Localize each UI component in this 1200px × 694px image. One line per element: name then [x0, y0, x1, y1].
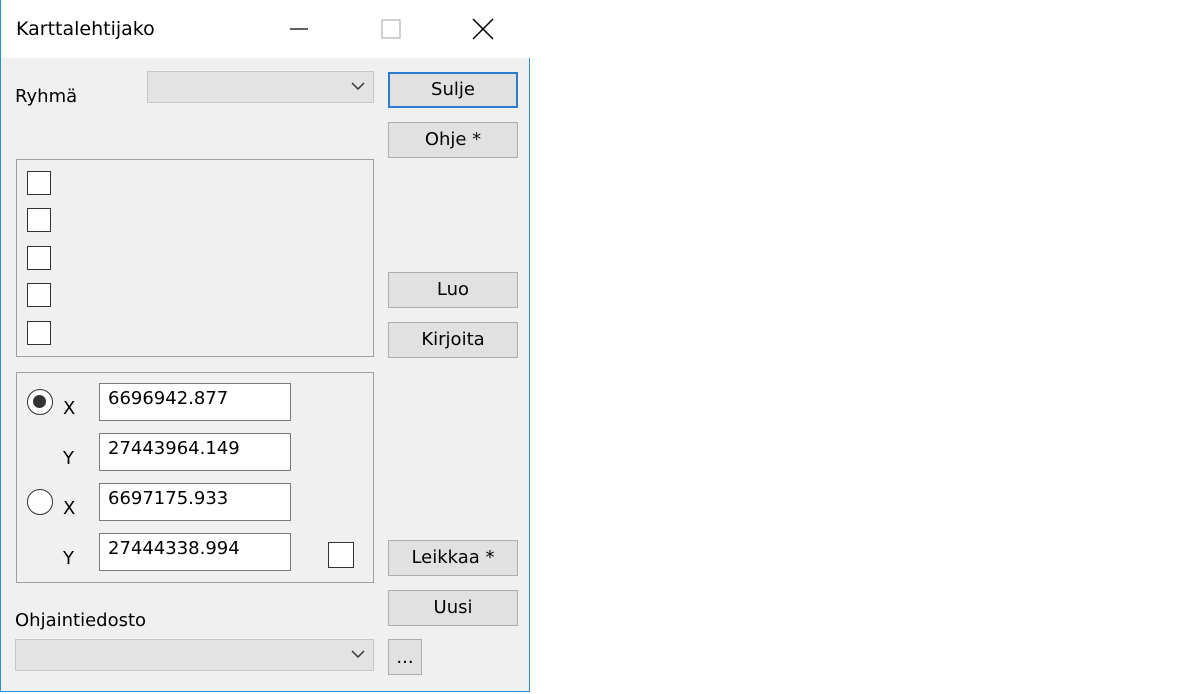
point2-radio[interactable] [27, 489, 53, 515]
window-title: Karttalehtijako [16, 18, 155, 40]
close-button[interactable]: Sulje [388, 72, 518, 108]
layer-checkbox-5[interactable] [27, 321, 51, 345]
point1-radio[interactable] [27, 389, 53, 415]
new-button[interactable]: Uusi [388, 590, 518, 626]
layer-checkbox-2[interactable] [27, 208, 51, 232]
chevron-down-icon [351, 650, 365, 659]
point2-y-input[interactable]: 27444338.994 [99, 533, 291, 571]
browse-button[interactable]: ... [388, 639, 422, 675]
point1-y-input[interactable]: 27443964.149 [99, 433, 291, 471]
close-icon[interactable] [453, 0, 513, 58]
maximize-icon [361, 0, 421, 58]
point2-x-label: X [63, 498, 76, 519]
layer-checkbox-3[interactable] [27, 246, 51, 270]
point2-x-input[interactable]: 6697175.933 [99, 483, 291, 521]
layer-checkbox-1[interactable] [27, 171, 51, 195]
group-select[interactable] [147, 71, 374, 103]
control-file-select[interactable] [15, 639, 374, 671]
dialog-window: Karttalehtijako Ryhmä Sulje Ohje * Luo K… [0, 0, 531, 692]
cut-button[interactable]: Leikkaa * [388, 540, 518, 576]
layer-checklist [16, 159, 374, 357]
write-button[interactable]: Kirjoita [388, 322, 518, 358]
chevron-down-icon [351, 82, 365, 91]
point2-y-label: Y [63, 548, 74, 569]
coordinates-group: X 6696942.877 Y 27443964.149 X 6697175.9… [16, 372, 374, 583]
create-button[interactable]: Luo [388, 272, 518, 308]
minimize-icon[interactable] [269, 0, 329, 58]
help-button[interactable]: Ohje * [388, 122, 518, 158]
control-file-label: Ohjaintiedosto [15, 610, 147, 631]
point1-x-label: X [63, 398, 76, 419]
group-label: Ryhmä [15, 86, 78, 107]
radio-selected-dot [33, 395, 46, 408]
point1-y-label: Y [63, 448, 74, 469]
title-bar[interactable]: Karttalehtijako [1, 0, 531, 58]
point1-x-input[interactable]: 6696942.877 [99, 383, 291, 421]
layer-checkbox-4[interactable] [27, 283, 51, 307]
coords-extra-checkbox[interactable] [328, 542, 354, 568]
